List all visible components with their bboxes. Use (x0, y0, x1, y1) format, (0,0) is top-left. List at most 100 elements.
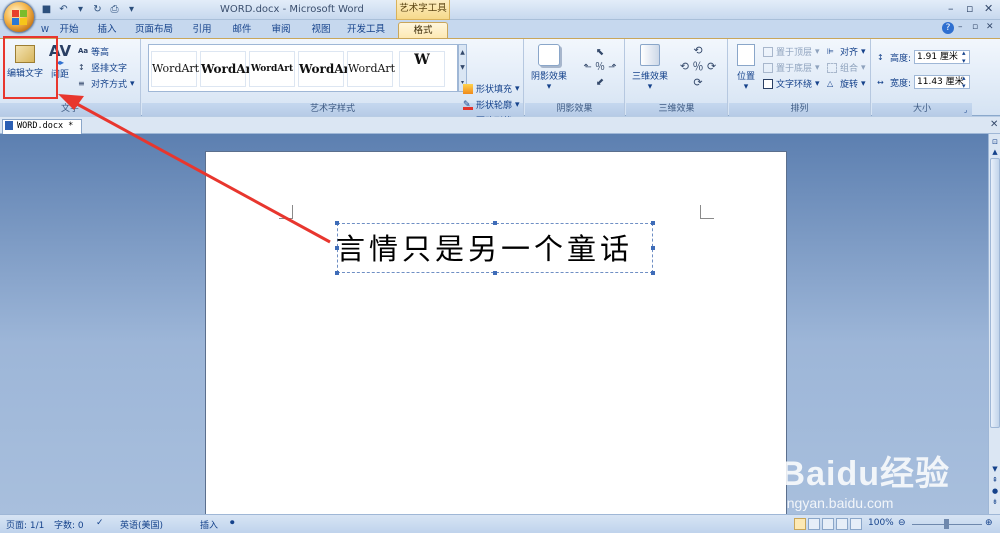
shape-outline-button[interactable]: ✎ 形状轮廓 ▾ (463, 98, 520, 111)
arrange-group: 位置 ▾ 置于顶层 ▾ 置于底层 ▾ 文字环绕 ▾ ⊫ 对齐 ▾ 组合 ▾ △ 旋转 ▾ 排… (729, 39, 871, 116)
maximize-icon[interactable]: ▫ (966, 2, 973, 15)
dialog-launcher-icon[interactable]: ⌟ (964, 106, 967, 114)
bring-front-icon (763, 46, 773, 57)
minimize-icon[interactable]: – (948, 2, 954, 15)
3d-tilt-icons[interactable]: ⟲ ⟲ ％ ⟳ ⟳ (678, 43, 718, 93)
outline-icon[interactable] (836, 518, 848, 530)
wordart-text[interactable]: 言情只是另一个童话 (336, 226, 666, 270)
shape-fill-label: 形状填充 (476, 85, 513, 95)
resize-handle[interactable] (335, 271, 339, 275)
watermark-main: Baidu经验 (780, 455, 950, 493)
shadow-nudge-icons[interactable]: ⬉ ⬑ ％ ⬏ ⬋ (583, 45, 617, 93)
wordart-style-2[interactable]: WordArt (200, 51, 257, 87)
equal-height-button[interactable]: Aa 等高 (78, 45, 109, 59)
bring-front-label: 置于顶层 (776, 48, 813, 58)
position-icon (737, 44, 755, 66)
resize-handle[interactable] (651, 271, 655, 275)
zoom-in-icon[interactable]: ⊕ (985, 518, 993, 528)
print-preview-icon[interactable]: ⎙ (108, 3, 121, 16)
full-screen-icon[interactable] (808, 518, 820, 530)
rotate-button[interactable]: △ 旋转 ▾ (827, 77, 866, 91)
tab-developer[interactable]: 开发工具 (344, 22, 388, 38)
dropdown-icon[interactable]: ▾ (74, 3, 87, 16)
language-indicator[interactable]: 英语(美国) (120, 518, 163, 531)
title-bar: ■ ↶ ▾ ↻ ⎙ ▾ WORD.docx - Microsoft Word 艺… (0, 0, 1000, 20)
zoom-slider-thumb[interactable] (944, 519, 949, 529)
wordart-style-gallery: WordArt WordArt WordArt WordArt WordArt … (148, 44, 458, 92)
spellcheck-icon[interactable]: ✓ (96, 518, 104, 528)
highlight-box (3, 36, 58, 99)
wordart-style-3[interactable]: WordArt (249, 51, 295, 87)
doc-close-icon[interactable]: ✕ (986, 22, 994, 32)
chevron-down-icon: ▾ (515, 99, 520, 110)
wordart-style-1[interactable]: WordArt (151, 51, 199, 87)
resize-handle[interactable] (651, 221, 655, 225)
scroll-down-icons[interactable]: ▼ ⇞ ● ⇟ (990, 464, 1000, 508)
align-button[interactable]: ⊫ 对齐 ▾ (827, 45, 866, 59)
align-icon: ⊫ (827, 46, 834, 56)
office-button[interactable] (3, 1, 35, 33)
tab-view[interactable]: 视图 (306, 22, 336, 38)
macro-record-icon[interactable]: ⏺ (230, 518, 235, 528)
text-wrap-button[interactable]: 文字环绕 ▾ (763, 77, 820, 90)
help-icon[interactable]: ? (942, 22, 954, 34)
close-doc-tab-icon[interactable]: ✕ (990, 119, 998, 130)
doc-minimize-icon[interactable]: – (958, 22, 963, 32)
shape-fill-button[interactable]: 形状填充 ▾ (463, 82, 520, 95)
tab-format[interactable]: 格式 (398, 22, 448, 38)
web-layout-icon[interactable] (822, 518, 834, 530)
resize-handle[interactable] (335, 221, 339, 225)
document-tab[interactable]: WORD.docx * (2, 119, 82, 134)
width-icon: ↔ (877, 77, 884, 87)
doc-restore-icon[interactable]: ▫ (972, 22, 978, 32)
3d-effects-label: 三维效果 (631, 72, 668, 82)
insert-mode[interactable]: 插入 (200, 518, 218, 531)
width-spinner-icon[interactable]: ▴ ▾ (962, 74, 966, 90)
shadow-effects-button[interactable]: 阴影效果 ▾ (529, 44, 569, 92)
tab-home[interactable]: 开始 (54, 22, 84, 38)
arrange-group-label: 排列 (729, 103, 870, 116)
word-doc-icon (5, 121, 13, 130)
send-to-back-button[interactable]: 置于底层 ▾ (763, 61, 820, 74)
wordart-style-4[interactable]: WordArt (298, 51, 355, 87)
position-label: 位置 (736, 72, 755, 82)
word-count[interactable]: 字数: 0 (54, 518, 84, 531)
bring-to-front-button[interactable]: 置于顶层 ▾ (763, 45, 820, 58)
tab-mailings[interactable]: 邮件 (228, 22, 256, 38)
scroll-up-icon[interactable]: ▲ (990, 148, 1000, 156)
tab-insert[interactable]: 插入 (92, 22, 122, 38)
height-spinner-icon[interactable]: ▴ ▾ (962, 49, 966, 65)
draft-icon[interactable] (850, 518, 862, 530)
zoom-level[interactable]: 100% (868, 518, 894, 528)
3d-group-label: 三维效果 (626, 103, 727, 116)
resize-handle[interactable] (493, 221, 497, 225)
position-button[interactable]: 位置 ▾ (733, 44, 759, 92)
tab-review[interactable]: 审阅 (266, 22, 296, 38)
print-layout-icon[interactable] (794, 518, 806, 530)
chevron-down-icon: ▾ (130, 78, 135, 89)
text-wrap-icon (763, 78, 773, 89)
group-button[interactable]: 组合 ▾ (827, 61, 866, 74)
undo-icon[interactable]: ↶ (57, 3, 70, 16)
vertical-text-label: 竖排文字 (91, 64, 128, 74)
group-label: 组合 (840, 64, 859, 74)
align-text-button[interactable]: ≡ 对齐方式 ▾ (78, 77, 135, 91)
customize-qat-icon[interactable]: ▾ (125, 3, 138, 16)
scroll-thumb[interactable] (990, 158, 1000, 428)
tab-references[interactable]: 引用 (188, 22, 216, 38)
3d-effects-button[interactable]: 三维效果 ▾ (630, 44, 670, 92)
wordart-style-6[interactable]: W (399, 51, 445, 87)
vertical-text-button[interactable]: ↕ 竖排文字 (78, 61, 128, 75)
zoom-out-icon[interactable]: ⊖ (898, 518, 906, 528)
redo-icon[interactable]: ↻ (91, 3, 104, 16)
wordart-style-5[interactable]: WordArt (347, 51, 395, 87)
save-icon[interactable]: ■ (40, 3, 53, 16)
close-icon[interactable]: ✕ (984, 2, 993, 15)
rotate-icon: △ (827, 78, 834, 88)
height-label: 高度: (890, 54, 912, 64)
vertical-scrollbar[interactable]: ⊡ ▲ ▼ ⇞ ● ⇟ (988, 134, 1000, 514)
page-count[interactable]: 页面: 1/1 (6, 518, 44, 531)
resize-handle[interactable] (493, 271, 497, 275)
ruler-toggle-icon[interactable]: ⊡ (990, 138, 1000, 146)
tab-page-layout[interactable]: 页面布局 (132, 22, 176, 38)
